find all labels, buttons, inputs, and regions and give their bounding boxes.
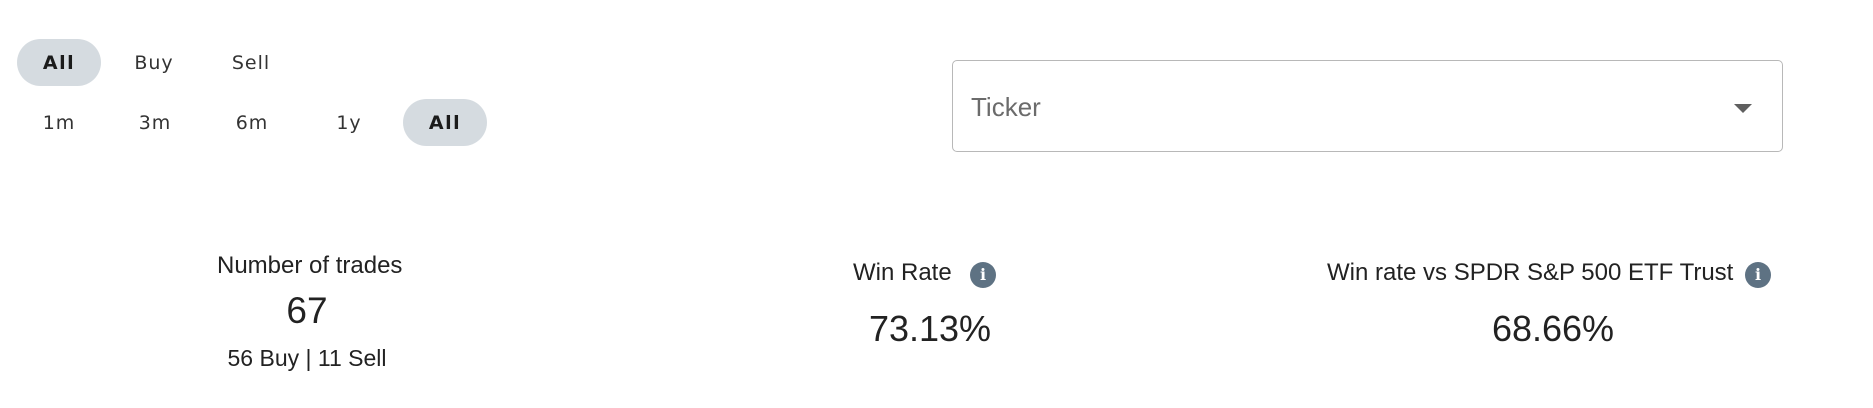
- filter-period-1m[interactable]: 1m: [17, 99, 101, 146]
- chevron-down-icon[interactable]: [1734, 104, 1752, 113]
- info-icon[interactable]: i: [1745, 262, 1771, 288]
- filter-period-all[interactable]: All: [403, 99, 487, 146]
- ticker-placeholder: Ticker: [971, 92, 1041, 122]
- filter-period-6m[interactable]: 6m: [210, 99, 294, 146]
- stat-label-win-vs-spy: Win rate vs SPDR S&P 500 ETF Trust: [1327, 259, 1734, 286]
- stat-label-trades: Number of trades: [217, 252, 403, 279]
- filter-period-3m[interactable]: 3m: [113, 99, 197, 146]
- stat-label-win-rate: Win Rate: [853, 259, 952, 286]
- ticker-select[interactable]: Ticker: [952, 60, 1783, 152]
- filter-side-sell[interactable]: Sell: [209, 39, 293, 86]
- stat-value-win-rate: 73.13%: [868, 308, 992, 349]
- filter-side-buy[interactable]: Buy: [112, 39, 196, 86]
- stat-value-win-vs-spy: 68.66%: [1491, 308, 1615, 349]
- info-icon[interactable]: i: [970, 262, 996, 288]
- stat-breakdown-trades: 56 Buy | 11 Sell: [227, 345, 387, 371]
- filter-period-1y[interactable]: 1y: [307, 99, 391, 146]
- stat-value-trades: 67: [286, 290, 328, 331]
- filter-side-all[interactable]: All: [17, 39, 101, 86]
